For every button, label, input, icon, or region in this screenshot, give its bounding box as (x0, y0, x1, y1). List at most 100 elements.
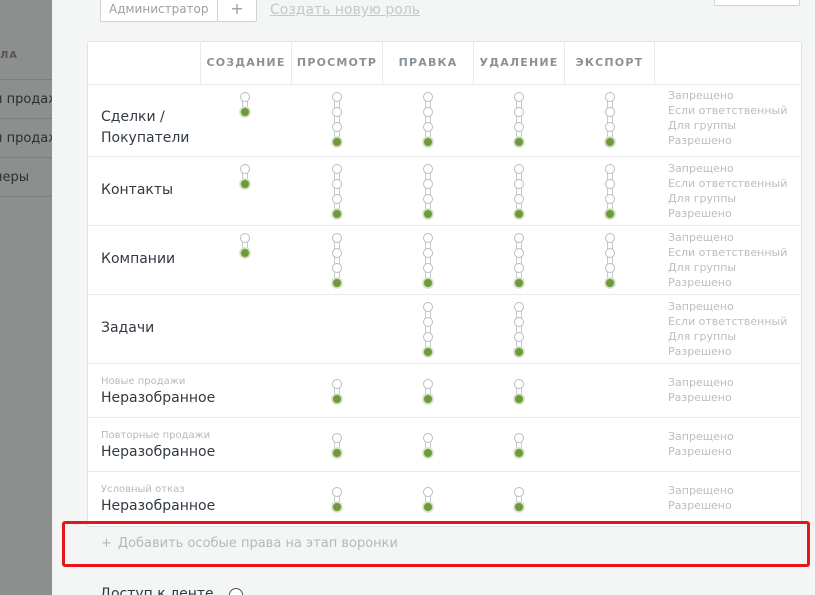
slider-knob[interactable] (423, 179, 433, 189)
slider-knob[interactable] (423, 502, 433, 512)
permission-slider[interactable] (423, 379, 433, 404)
slider-knob[interactable] (514, 263, 524, 273)
permission-slider[interactable] (514, 379, 524, 404)
permission-slider[interactable] (514, 164, 524, 219)
permission-slider[interactable] (240, 164, 250, 189)
slider-knob[interactable] (514, 332, 524, 342)
slider-knob[interactable] (423, 394, 433, 404)
slider-knob[interactable] (514, 209, 524, 219)
slider-knob[interactable] (240, 164, 250, 174)
slider-knob[interactable] (332, 487, 342, 497)
slider-knob[interactable] (514, 278, 524, 288)
slider-knob[interactable] (423, 92, 433, 102)
slider-knob[interactable] (514, 248, 524, 258)
slider-knob[interactable] (332, 278, 342, 288)
slider-knob[interactable] (423, 164, 433, 174)
slider-knob[interactable] (423, 448, 433, 458)
slider-knob[interactable] (605, 137, 615, 147)
slider-knob[interactable] (514, 347, 524, 357)
permission-slider[interactable] (332, 164, 342, 219)
slider-knob[interactable] (514, 107, 524, 117)
sidebar-item-2[interactable]: и продаж (0, 118, 52, 157)
slider-knob[interactable] (605, 122, 615, 132)
slider-knob[interactable] (423, 487, 433, 497)
slider-knob[interactable] (605, 179, 615, 189)
slider-knob[interactable] (332, 379, 342, 389)
sidebar-item-3[interactable]: неры (0, 157, 52, 196)
slider-knob[interactable] (605, 164, 615, 174)
slider-knob[interactable] (332, 179, 342, 189)
slider-knob[interactable] (332, 122, 342, 132)
slider-knob[interactable] (514, 179, 524, 189)
slider-knob[interactable] (423, 263, 433, 273)
permission-slider[interactable] (514, 487, 524, 512)
slider-knob[interactable] (605, 194, 615, 204)
slider-knob[interactable] (514, 317, 524, 327)
slider-knob[interactable] (332, 194, 342, 204)
slider-knob[interactable] (514, 487, 524, 497)
slider-knob[interactable] (423, 332, 433, 342)
slider-knob[interactable] (423, 379, 433, 389)
slider-knob[interactable] (332, 233, 342, 243)
slider-knob[interactable] (332, 448, 342, 458)
slider-knob[interactable] (332, 209, 342, 219)
permission-slider[interactable] (514, 433, 524, 458)
permission-slider[interactable] (423, 92, 433, 147)
permission-slider[interactable] (605, 233, 615, 288)
role-select[interactable]: Администратор (100, 0, 218, 22)
slider-knob[interactable] (423, 194, 433, 204)
slider-knob[interactable] (605, 209, 615, 219)
slider-knob[interactable] (514, 233, 524, 243)
slider-knob[interactable] (332, 137, 342, 147)
slider-knob[interactable] (332, 263, 342, 273)
permission-slider[interactable] (514, 233, 524, 288)
slider-knob[interactable] (514, 194, 524, 204)
slider-knob[interactable] (332, 107, 342, 117)
slider-knob[interactable] (240, 248, 250, 258)
permission-slider[interactable] (514, 302, 524, 357)
slider-knob[interactable] (514, 394, 524, 404)
slider-knob[interactable] (332, 502, 342, 512)
slider-knob[interactable] (605, 92, 615, 102)
slider-knob[interactable] (514, 92, 524, 102)
feed-access-radio[interactable] (229, 588, 243, 595)
slider-knob[interactable] (514, 433, 524, 443)
slider-knob[interactable] (605, 248, 615, 258)
slider-knob[interactable] (514, 302, 524, 312)
slider-knob[interactable] (332, 92, 342, 102)
slider-knob[interactable] (514, 448, 524, 458)
slider-knob[interactable] (605, 233, 615, 243)
slider-knob[interactable] (423, 278, 433, 288)
slider-knob[interactable] (423, 233, 433, 243)
permission-slider[interactable] (514, 92, 524, 147)
top-right-button[interactable] (714, 0, 800, 6)
slider-knob[interactable] (605, 263, 615, 273)
permission-slider[interactable] (240, 233, 250, 258)
slider-knob[interactable] (514, 502, 524, 512)
permission-slider[interactable] (605, 92, 615, 147)
slider-knob[interactable] (240, 107, 250, 117)
slider-knob[interactable] (423, 302, 433, 312)
permission-slider[interactable] (423, 233, 433, 288)
slider-knob[interactable] (423, 248, 433, 258)
slider-knob[interactable] (332, 164, 342, 174)
permission-slider[interactable] (332, 92, 342, 147)
permission-slider[interactable] (240, 92, 250, 117)
slider-knob[interactable] (423, 137, 433, 147)
slider-knob[interactable] (605, 278, 615, 288)
slider-knob[interactable] (423, 107, 433, 117)
slider-knob[interactable] (423, 317, 433, 327)
slider-knob[interactable] (332, 394, 342, 404)
slider-knob[interactable] (423, 122, 433, 132)
permission-slider[interactable] (332, 433, 342, 458)
slider-knob[interactable] (423, 209, 433, 219)
slider-knob[interactable] (240, 179, 250, 189)
slider-knob[interactable] (423, 433, 433, 443)
slider-knob[interactable] (605, 107, 615, 117)
slider-knob[interactable] (514, 379, 524, 389)
permission-slider[interactable] (423, 487, 433, 512)
permission-slider[interactable] (423, 302, 433, 357)
slider-knob[interactable] (423, 347, 433, 357)
sidebar-item-1[interactable]: и продаж (0, 79, 52, 118)
add-role-button[interactable]: + (217, 0, 257, 22)
